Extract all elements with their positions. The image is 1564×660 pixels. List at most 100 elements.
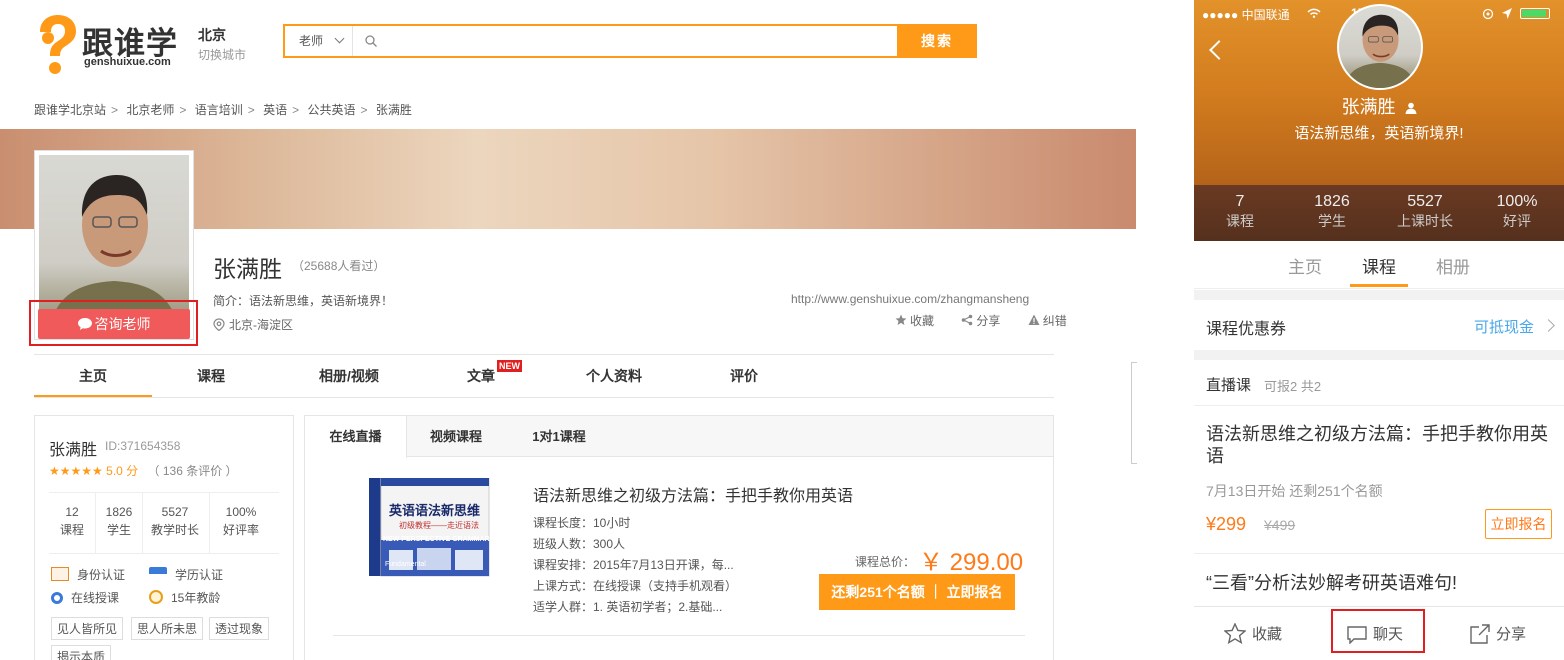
search-category-select[interactable]: 老师 bbox=[285, 26, 353, 56]
location-arrow-icon bbox=[1502, 8, 1512, 19]
search-icon bbox=[365, 35, 377, 47]
main-tabs: 主页 课程 相册/视频 文章 个人资料 评价 bbox=[34, 354, 1054, 398]
tab-live[interactable]: 在线直播 bbox=[305, 416, 407, 458]
teacher-url[interactable]: http://www.genshuixue.com/zhangmansheng bbox=[791, 292, 1029, 306]
chevron-right-icon[interactable] bbox=[1542, 319, 1555, 332]
teacher-tag: 透过现象 bbox=[209, 617, 270, 640]
online-badge-icon bbox=[51, 592, 63, 604]
divider bbox=[1194, 405, 1564, 406]
book-en-subtitle: Fundamental bbox=[385, 561, 426, 568]
logo-question-icon[interactable] bbox=[34, 14, 78, 76]
share-button[interactable]: 分享 bbox=[961, 314, 1012, 328]
lock-rotation-icon bbox=[1482, 8, 1494, 20]
teacher-id: ID:371654358 bbox=[105, 439, 181, 453]
mobile-tab-home[interactable]: 主页 bbox=[1288, 253, 1322, 278]
tab-courses[interactable]: 课程 bbox=[152, 355, 270, 397]
mobile-tab-album[interactable]: 相册 bbox=[1436, 253, 1470, 278]
mobile-tabs: 主页 课程 相册 bbox=[1194, 241, 1564, 289]
current-city: 北京 bbox=[198, 27, 226, 43]
share-icon bbox=[962, 314, 973, 326]
mobile-favorite-button[interactable]: 收藏 bbox=[1223, 622, 1282, 645]
highlight-box bbox=[1331, 609, 1425, 653]
section-gap bbox=[1194, 290, 1564, 300]
side-float-panel bbox=[1131, 362, 1137, 464]
search-bar: 老师 搜索 bbox=[283, 24, 977, 58]
star-outline-icon bbox=[1223, 622, 1247, 645]
view-count: （25688人看过） bbox=[292, 259, 386, 273]
tab-reviews[interactable]: 评价 bbox=[714, 355, 774, 397]
section-gap bbox=[1194, 350, 1564, 360]
teacher-tag: 揭示本质 bbox=[51, 645, 112, 660]
profile-actions: 收藏 分享 纠错 bbox=[895, 312, 1091, 329]
coupon-label[interactable]: 课程优惠券 bbox=[1206, 315, 1286, 339]
tab-album-video[interactable]: 相册/视频 bbox=[284, 355, 414, 397]
id-card-icon bbox=[51, 567, 69, 581]
star-icon bbox=[895, 314, 907, 325]
breadcrumb-item[interactable]: 英语 bbox=[263, 103, 287, 117]
chevron-down-icon bbox=[334, 33, 345, 44]
favorite-button[interactable]: 收藏 bbox=[895, 314, 946, 328]
breadcrumb-item[interactable]: 公共英语 bbox=[308, 103, 356, 117]
clock-icon bbox=[149, 590, 163, 604]
search-button[interactable]: 搜索 bbox=[897, 24, 977, 58]
cert-online: 在线授课 bbox=[51, 589, 119, 606]
teacher-info-card: 张满胜 ID:371654358 ★★★★★ 5.0 分 （ 136 条评价 ）… bbox=[34, 415, 294, 660]
rating-stars-icon: ★★★★★ bbox=[49, 464, 103, 478]
divider bbox=[1194, 553, 1564, 554]
course-price: ￥ 299.00 bbox=[919, 549, 1024, 576]
enroll-button[interactable]: 还剩251个名额 ｜ 立即报名 bbox=[819, 574, 1015, 610]
desktop-page: 跟谁学 genshuixue.com 北京 切换城市 老师 搜索 跟谁学北京站 >… bbox=[0, 0, 1140, 660]
mobile-share-button[interactable]: 分享 bbox=[1470, 623, 1526, 644]
mobile-course-price: ¥299 bbox=[1206, 514, 1247, 534]
live-course-count: 可报2 共2 bbox=[1264, 379, 1322, 394]
course-panel: 在线直播 视频课程 1对1课程 英语语法新思维 初级教程——走近语法 NEW P… bbox=[304, 415, 1054, 660]
mobile-avatar bbox=[1337, 4, 1423, 90]
breadcrumb-item[interactable]: 语言培训 bbox=[195, 103, 243, 117]
tab-video-courses[interactable]: 视频课程 bbox=[415, 416, 497, 457]
tab-home[interactable]: 主页 bbox=[34, 355, 152, 397]
battery-icon bbox=[1520, 8, 1550, 19]
status-carrier: ●●●●● 中国联通 bbox=[1202, 8, 1290, 22]
switch-city-link[interactable]: 切换城市 bbox=[198, 46, 246, 63]
course-title[interactable]: 语法新思维之初级方法篇：手把手教你用英语 bbox=[533, 482, 853, 506]
new-badge: NEW bbox=[497, 360, 522, 372]
tab-one-on-one[interactable]: 1对1课程 bbox=[513, 416, 605, 457]
breadcrumb-item[interactable]: 北京老师 bbox=[126, 103, 174, 117]
mobile-stat: 1826 学生 bbox=[1314, 193, 1350, 229]
teacher-stats: 12 课程 1826 学生 5527 教学时长 100% 好评率 bbox=[49, 492, 279, 554]
highlight-box bbox=[29, 300, 198, 346]
mobile-stat: 7 课程 bbox=[1226, 193, 1254, 229]
stat-item: 12 课程 bbox=[59, 505, 84, 537]
mobile-slogan: 语法新思维，英语新境界! bbox=[1294, 125, 1464, 142]
verified-user-icon bbox=[1405, 102, 1416, 114]
divider bbox=[333, 635, 1025, 636]
cert-education: 学历认证 bbox=[149, 566, 223, 583]
mobile-course-old-price: ¥499 bbox=[1264, 517, 1296, 533]
search-category-label: 老师 bbox=[299, 34, 324, 48]
coupon-value[interactable]: 可抵现金 bbox=[1474, 316, 1534, 337]
mobile-tab-courses[interactable]: 课程 bbox=[1362, 253, 1396, 278]
warning-icon bbox=[1028, 314, 1040, 325]
cert-identity: 身份认证 bbox=[51, 566, 125, 583]
tab-profile[interactable]: 个人资料 bbox=[564, 355, 664, 397]
rating: ★★★★★ 5.0 分 （ 136 条评价 ） bbox=[49, 462, 238, 479]
mobile-teacher-name: 张满胜 bbox=[1194, 93, 1564, 119]
breadcrumb: 跟谁学北京站 > 北京老师 > 语言培训 > 英语 > 公共英语 > 张满胜 bbox=[34, 103, 412, 117]
report-button[interactable]: 纠错 bbox=[1028, 314, 1079, 328]
course-meta: 课程安排：2015年7月13日开课，每... bbox=[533, 558, 734, 572]
mobile-stat: 100% 好评 bbox=[1496, 193, 1538, 229]
breadcrumb-item[interactable]: 跟谁学北京站 bbox=[34, 103, 106, 117]
mobile-course-title[interactable]: “三看”分析法妙解考研英语难句! bbox=[1206, 569, 1457, 595]
mobile-enroll-button[interactable]: 立即报名 bbox=[1485, 509, 1552, 539]
search-input[interactable] bbox=[385, 28, 885, 54]
course-meta: 上课方式：在线授课（支持手机观看） bbox=[533, 579, 738, 593]
teacher-name: 张满胜 bbox=[213, 256, 282, 282]
teacher-tag: 思人所未思 bbox=[131, 617, 204, 640]
teacher-photo-icon bbox=[1344, 14, 1416, 88]
mobile-course-title[interactable]: 语法新思维之初级方法篇：手把手教你用英语 bbox=[1206, 423, 1551, 467]
rating-score: 5.0 分 bbox=[106, 464, 139, 478]
teacher-tag: 见人皆所见 bbox=[51, 617, 124, 640]
review-count[interactable]: （ 136 条评价 ） bbox=[148, 464, 238, 478]
stat-item: 5527 教学时长 bbox=[150, 505, 199, 537]
course-meta: 适学人群：1. 英语初学者；2.基础... bbox=[533, 600, 723, 614]
